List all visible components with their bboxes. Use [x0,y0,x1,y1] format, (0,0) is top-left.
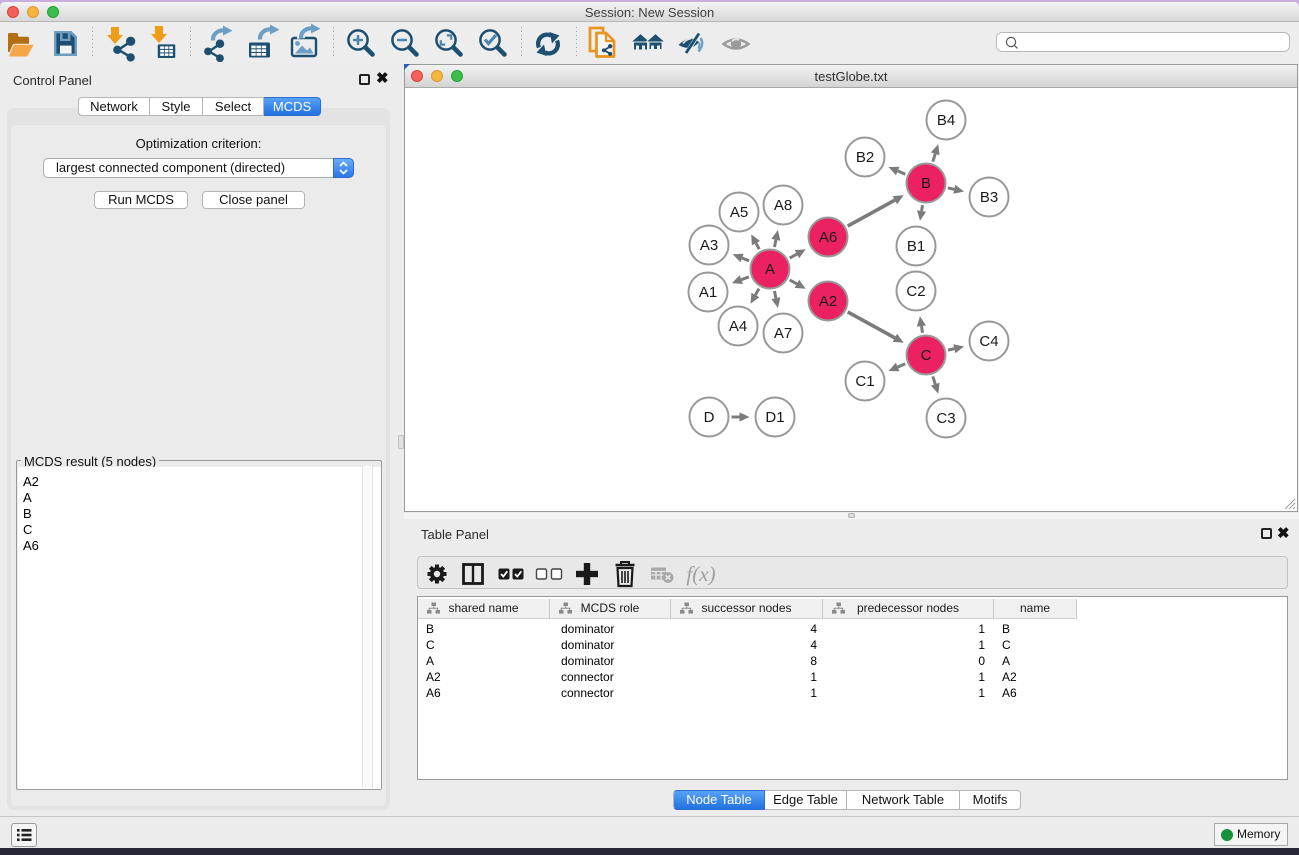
svg-text:A3: A3 [700,237,718,254]
svg-text:f(x): f(x) [686,562,715,586]
svg-text:C: C [921,347,932,364]
svg-text:B3: B3 [980,189,998,206]
svg-text:A7: A7 [774,325,792,342]
svg-text:C1: C1 [855,373,874,390]
svg-text:C3: C3 [936,410,955,427]
svg-text:A4: A4 [729,318,747,335]
svg-text:A: A [765,261,775,278]
svg-text:C2: C2 [906,283,925,300]
svg-text:B: B [921,175,931,192]
svg-text:D1: D1 [765,409,784,426]
svg-text:C4: C4 [979,333,998,350]
svg-text:B2: B2 [856,149,874,166]
svg-text:A6: A6 [819,229,837,246]
svg-text:A1: A1 [699,284,717,301]
svg-text:B4: B4 [937,112,955,129]
svg-text:B1: B1 [907,238,925,255]
svg-text:D: D [704,409,715,426]
svg-text:A5: A5 [730,204,748,221]
svg-text:A8: A8 [774,197,792,214]
svg-text:A2: A2 [819,293,837,310]
